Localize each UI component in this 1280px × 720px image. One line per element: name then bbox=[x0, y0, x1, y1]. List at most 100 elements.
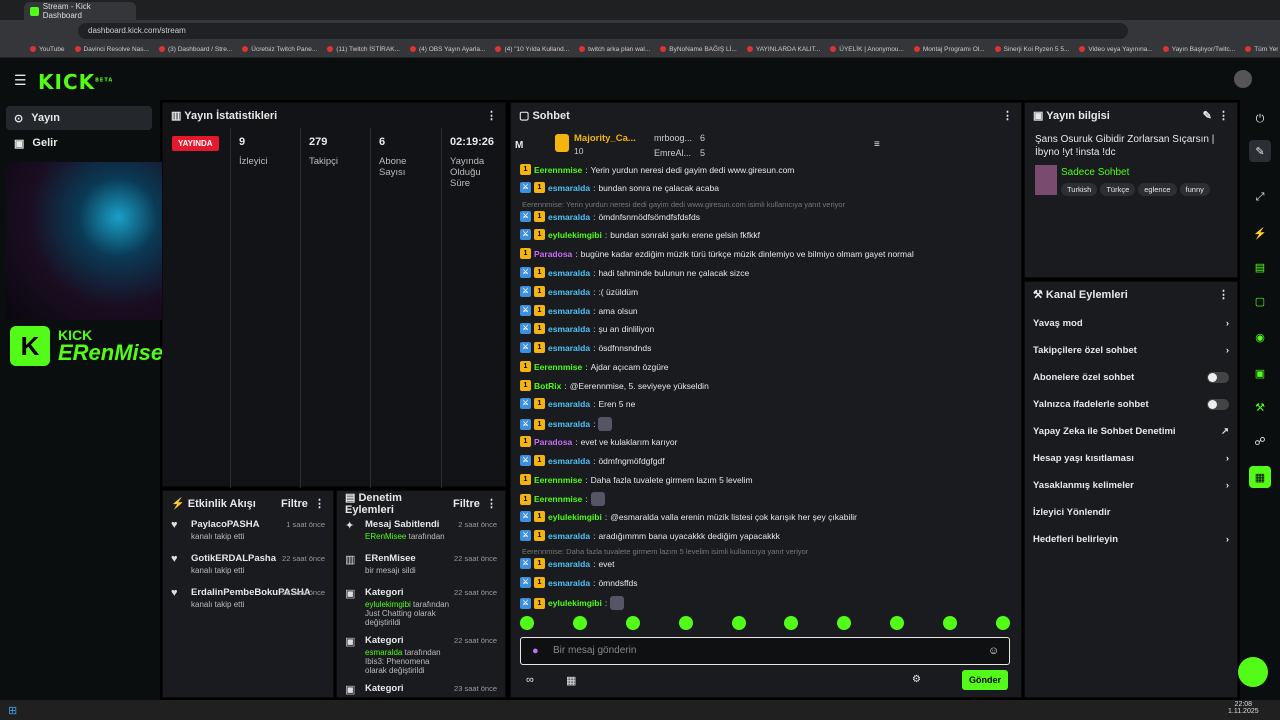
bookmark-item[interactable]: (11) Twitch İSTİRAK... bbox=[327, 46, 400, 53]
chat-message[interactable]: ⚔ 1 esmaralda: aradığımmm bana uyacakkk ded… bbox=[520, 530, 780, 541]
chat-username[interactable]: Paradosa bbox=[534, 249, 572, 259]
chat-message[interactable]: 1 Eerennmise: Yerin yurdun neresi dedi gay… bbox=[520, 164, 794, 175]
chat-username[interactable]: esmaralda bbox=[548, 287, 590, 297]
chat-message[interactable]: ⚔ 1 esmaralda::( üzüldüm bbox=[520, 286, 638, 297]
chat-username[interactable]: Eerennmise bbox=[534, 165, 582, 175]
chat-username[interactable]: BotRix bbox=[534, 381, 561, 391]
chat-username[interactable]: Eerennmise bbox=[534, 362, 582, 372]
avatar[interactable] bbox=[1234, 70, 1252, 88]
loop-icon[interactable]: ∞ bbox=[526, 674, 534, 686]
mod-actor[interactable]: ERenMisee bbox=[365, 532, 406, 541]
channel-action-row[interactable]: Takipçilere özel sohbet › bbox=[1025, 337, 1237, 364]
chat-username[interactable]: esmaralda bbox=[548, 456, 590, 466]
users-icon[interactable]: ☍ bbox=[1249, 430, 1271, 452]
expand-icon[interactable]: ⤢ bbox=[1249, 186, 1271, 208]
more-icon[interactable]: ⋮ bbox=[486, 498, 497, 510]
emoji-icon[interactable]: ☺ bbox=[988, 645, 999, 657]
bookmark-item[interactable]: (4) OBS Yayın Ayarla... bbox=[410, 46, 485, 53]
chat-username[interactable]: esmaralda bbox=[548, 212, 590, 222]
activity-user[interactable]: PaylacoPASHA bbox=[191, 519, 259, 530]
emote-icon[interactable] bbox=[890, 616, 905, 630]
chat-username[interactable]: esmaralda bbox=[548, 531, 590, 541]
chat-username[interactable]: esmaralda bbox=[548, 343, 590, 353]
bookmark-item[interactable]: YAYINLARDA KALIT... bbox=[747, 46, 820, 53]
chat-message[interactable]: ⚔ 1 esmaralda: bundan sonra ne çalacak acab… bbox=[520, 182, 719, 193]
gear-icon[interactable]: ⚙ bbox=[912, 674, 921, 685]
more-icon[interactable]: ⋮ bbox=[1218, 288, 1229, 301]
channel-action-row[interactable]: Abonelere özel sohbet bbox=[1025, 364, 1237, 391]
chat-input[interactable]: Bir mesaj gönderin bbox=[520, 637, 1010, 665]
mic-icon[interactable]: ● bbox=[532, 645, 539, 657]
chat-message[interactable]: 1 Eerennmise: Daha fazla tuvalete girmem l… bbox=[520, 474, 753, 485]
toggle-switch[interactable] bbox=[1207, 372, 1229, 383]
chat-message[interactable]: 1 Paradosa: evet ve kulaklarım karıyor bbox=[520, 436, 678, 447]
clock[interactable]: 22:08 1.11.2025 bbox=[1228, 701, 1259, 715]
chat-message[interactable]: ⚔ 1 esmaralda: Eren 5 ne bbox=[520, 398, 635, 409]
leader-2-name[interactable]: mrboog... bbox=[654, 133, 692, 143]
emote-icon[interactable] bbox=[731, 616, 746, 630]
bookmark-item[interactable]: (4) "10 Yılda Kulland... bbox=[495, 46, 569, 53]
gift-icon[interactable]: ▦ bbox=[566, 674, 576, 687]
chat-username[interactable]: eylulekimgibi bbox=[548, 598, 602, 608]
more-icon[interactable]: ⋮ bbox=[1002, 109, 1013, 122]
mod-filter-button[interactable]: Filtre bbox=[453, 498, 480, 510]
activity-user[interactable]: GotikERDALPasha bbox=[191, 553, 276, 564]
mod-actor[interactable]: eylulekimgibi bbox=[365, 600, 411, 609]
emote-icon[interactable] bbox=[784, 616, 799, 630]
printer-icon[interactable]: ▣ bbox=[1249, 362, 1271, 384]
chat-username[interactable]: esmaralda bbox=[548, 306, 590, 316]
nav-item-yayin[interactable]: ⊙ Yayın bbox=[6, 106, 152, 130]
kick-logo[interactable]: KICKBETA bbox=[38, 70, 113, 94]
activity-filter-button[interactable]: Filtre bbox=[281, 498, 308, 510]
bookmark-item[interactable]: Video veya Yayınına... bbox=[1079, 46, 1152, 53]
channel-action-row[interactable]: Yasaklanmış kelimeler › bbox=[1025, 472, 1237, 499]
chat-message[interactable]: 1 Eerennmise: Ajdar açıcam özgüre bbox=[520, 361, 669, 372]
chat-username[interactable]: esmaralda bbox=[548, 183, 590, 193]
chat-username[interactable]: esmaralda bbox=[548, 324, 590, 334]
clapper-icon[interactable]: ▦ bbox=[1249, 466, 1271, 488]
chat-message[interactable]: ⚔ 1 esmaralda: hadi tahminde bulunun ne çal… bbox=[520, 267, 749, 278]
chat-message[interactable]: ⚔ 1 esmaralda: ösdfnnsndnds bbox=[520, 342, 651, 353]
chat-username[interactable]: Eerennmise bbox=[534, 494, 582, 504]
leader-1-name[interactable]: Majority_Ca... bbox=[574, 133, 636, 144]
bookmark-item[interactable]: ÜYELİK | Anonymou... bbox=[830, 46, 904, 53]
channel-action-row[interactable]: İzleyici Yönlendir bbox=[1025, 499, 1237, 526]
edit-icon[interactable]: ✎ bbox=[1249, 140, 1271, 162]
emote-icon[interactable] bbox=[678, 616, 693, 630]
chat-username[interactable]: Eerennmise bbox=[534, 475, 582, 485]
emote-icon[interactable] bbox=[837, 616, 852, 630]
chat-username[interactable]: esmaralda bbox=[548, 559, 590, 569]
more-icon[interactable]: ⋮ bbox=[486, 109, 497, 122]
chat-username[interactable]: esmaralda bbox=[548, 399, 590, 409]
power-icon[interactable]: ⏻ bbox=[1249, 108, 1271, 130]
emote-icon[interactable] bbox=[995, 616, 1010, 630]
bookmark-item[interactable]: Montaj Programı Ol... bbox=[914, 46, 985, 53]
channel-action-row[interactable]: Hesap yaşı kısıtlaması › bbox=[1025, 445, 1237, 472]
chat-message[interactable]: ⚔ 1 eylulekimgibi: bbox=[520, 596, 625, 610]
more-icon[interactable]: ⋮ bbox=[314, 498, 325, 510]
chat-message[interactable]: 1 BotRix: @Eerennmise, 5. seviyeye yükseld… bbox=[520, 380, 709, 391]
channel-action-row[interactable]: Hedefleri belirleyin › bbox=[1025, 526, 1237, 553]
bookmark-item[interactable]: Sinerji Koi Ryzen 5 5... bbox=[995, 46, 1070, 53]
chat-username[interactable]: Paradosa bbox=[534, 437, 572, 447]
bolt-icon[interactable]: ⚡ bbox=[1249, 222, 1271, 244]
chat-message[interactable]: ⚔ 1 esmaralda: bbox=[520, 417, 613, 431]
chat-username[interactable]: eylulekimgibi bbox=[548, 512, 602, 522]
address-bar[interactable]: dashboard.kick.com/stream bbox=[78, 23, 1128, 39]
channel-action-row[interactable]: Yapay Zeka ile Sohbet Denetimi ↗ bbox=[1025, 418, 1237, 445]
emote-icon[interactable] bbox=[625, 616, 640, 630]
edit-icon[interactable]: ✎ bbox=[1203, 110, 1212, 122]
browser-tab[interactable]: Stream - Kick Dashboard bbox=[24, 2, 136, 20]
bookmark-item[interactable]: (3) Dashboard / Stre... bbox=[159, 46, 232, 53]
chat-message[interactable]: ⚔ 1 esmaralda: ömdnfsnmödfsömdfsfdsfds bbox=[520, 211, 700, 222]
broadcast-icon[interactable]: ◉ bbox=[1249, 326, 1271, 348]
chat-message[interactable]: ⚔ 1 esmaralda: ödmfngmöfdgfgdf bbox=[520, 455, 665, 466]
bookmark-item[interactable]: Tüm Yer İşaretleri bbox=[1245, 46, 1280, 53]
chat-username[interactable]: esmaralda bbox=[548, 268, 590, 278]
bookmark-item[interactable]: ByNoName BAĞIŞ Lİ... bbox=[660, 46, 737, 53]
chat-message[interactable]: ⚔ 1 eylulekimgibi: bundan sonraki şarkı ere… bbox=[520, 229, 760, 240]
help-button[interactable] bbox=[1238, 657, 1268, 687]
toggle-switch[interactable] bbox=[1207, 399, 1229, 410]
bookmark-item[interactable]: twitch arka plan wal... bbox=[579, 46, 650, 53]
emote-icon[interactable] bbox=[520, 616, 534, 630]
